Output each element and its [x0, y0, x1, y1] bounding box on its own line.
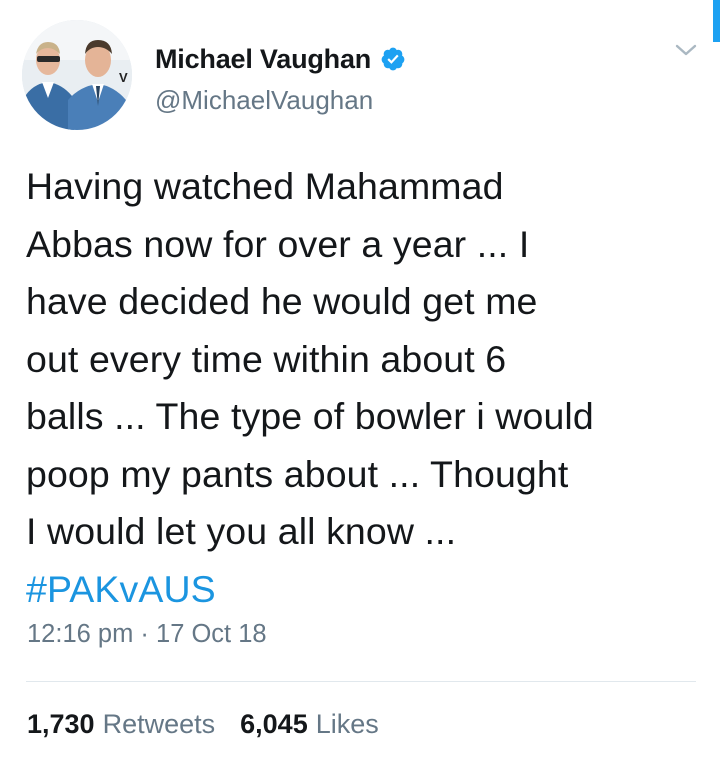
likes-count: 6,045 [240, 709, 308, 739]
display-name-row: Michael Vaughan [155, 44, 406, 74]
svg-text:V: V [119, 70, 128, 85]
tweet-text-line: Abbas now for over a year ... I [26, 222, 530, 265]
tweet-detail: V Michael Vaughan @MichaelVaughan Having… [0, 0, 720, 765]
retweets-count: 1,730 [27, 709, 95, 739]
tweet-timestamp[interactable]: 12:16 pm · 17 Oct 18 [27, 620, 267, 649]
author-handle[interactable]: @MichaelVaughan [155, 85, 406, 116]
avatar-photo-icon: V [22, 20, 132, 130]
scrollbar-thumb[interactable] [713, 0, 720, 42]
avatar[interactable]: V [22, 20, 132, 130]
likes-stat[interactable]: 6,045 Likes [240, 709, 379, 740]
retweets-stat[interactable]: 1,730 Retweets [27, 709, 215, 740]
verified-badge-icon [380, 46, 406, 72]
tweet-text-line: I would let you all know ... [26, 510, 457, 552]
tweet-header: V Michael Vaughan @MichaelVaughan [22, 20, 702, 130]
tweet-text-line: Having watched Mahammad [26, 165, 504, 207]
tweet-time: 12:16 pm [27, 620, 134, 648]
tweet-date: 17 Oct 18 [156, 620, 267, 648]
likes-label: Likes [315, 709, 379, 739]
tweet-text-line: have decided he would get me [26, 280, 538, 322]
tweet-text-line: out every time within about 6 [26, 337, 507, 380]
chevron-down-icon[interactable] [674, 41, 698, 59]
tweet-text-line: poop my pants about ... Thought [26, 452, 569, 495]
tweet-text-line: balls ... The type of bowler i would [26, 395, 594, 437]
divider [26, 681, 696, 682]
hashtag-link[interactable]: #PAKvAUS [26, 561, 216, 619]
author-names: Michael Vaughan @MichaelVaughan [155, 44, 406, 116]
tweet-text: Having watched Mahammad Abbas now for ov… [26, 158, 702, 618]
retweets-label: Retweets [102, 709, 216, 739]
tweet-stats: 1,730 Retweets 6,045 Likes [27, 709, 379, 740]
author-display-name[interactable]: Michael Vaughan [155, 44, 371, 75]
timestamp-separator: · [140, 620, 149, 648]
